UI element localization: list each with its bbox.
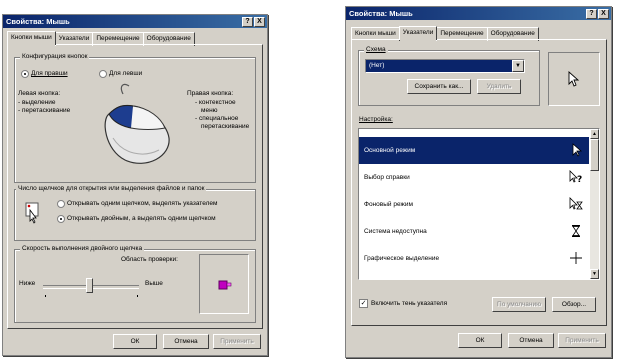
list-item-label: Фоновый режим [364, 201, 413, 208]
right-handed-radio[interactable] [21, 70, 29, 78]
scroll-up-icon[interactable]: ▲ [590, 129, 599, 139]
right-button-line: перетаскивание [201, 123, 250, 130]
window-title: Свойства: Мышь [6, 17, 70, 26]
working-background-icon [569, 197, 583, 210]
ok-button[interactable]: ОК [113, 334, 157, 349]
use-default-button[interactable]: По умолчанию [492, 297, 546, 312]
pointer-shadow-checkbox[interactable]: ✓ [359, 299, 368, 308]
group-title: Скорость выполнения двойного щелчка [20, 245, 145, 252]
slider-low-label: Ниже [19, 280, 36, 287]
list-item[interactable]: Основной режим [359, 137, 589, 164]
chevron-down-icon[interactable]: ▼ [512, 60, 524, 72]
group-title: Схема [364, 46, 388, 53]
left-handed-radio[interactable] [99, 70, 107, 78]
group-title: Конфигурация кнопок [20, 53, 90, 60]
title-bar: Свойства: Мышь ? X [346, 7, 611, 20]
ok-button[interactable]: ОК [458, 333, 502, 348]
settings-label: Настройка: [359, 116, 393, 123]
left-handed-label[interactable]: Для левши [109, 70, 142, 77]
scheme-value: (Нет) [366, 60, 512, 72]
delete-button[interactable]: Удалить [477, 79, 521, 94]
tab-pointers[interactable]: Указатели [398, 26, 438, 40]
pointer-preview [548, 52, 600, 106]
crosshair-icon [570, 252, 582, 264]
browse-button[interactable]: Обзор... [552, 297, 596, 312]
arrow-pointer-icon [572, 143, 583, 157]
mouse-properties-window-right: Свойства: Мышь ? X Кнопки мыши Указатели… [345, 6, 612, 358]
speed-slider-thumb[interactable] [86, 278, 93, 293]
left-button-title: Левая кнопка: [18, 90, 61, 97]
group-title: Число щелчков для открытия или выделения… [16, 185, 207, 192]
double-click-radio[interactable] [57, 215, 65, 223]
button-config-group: Конфигурация кнопок Для правши Для левши… [14, 53, 256, 183]
tab-panel: Конфигурация кнопок Для правши Для левши… [7, 44, 263, 329]
slider-tick [45, 295, 46, 297]
arrow-pointer-icon [568, 71, 580, 87]
slider-tick [137, 295, 138, 297]
right-handed-label[interactable]: Для правши [31, 70, 68, 77]
cancel-button[interactable]: Отмена [163, 334, 209, 349]
help-button[interactable]: ? [586, 9, 597, 19]
list-item-label: Основной режим [364, 147, 416, 154]
pointer-shadow-label[interactable]: Включить тень указателя [371, 300, 447, 307]
cancel-button[interactable]: Отмена [508, 333, 554, 348]
folder-click-icon [25, 202, 39, 224]
close-button[interactable]: X [598, 9, 609, 19]
title-bar: Свойства: Мышь ? X [3, 15, 267, 28]
close-button[interactable]: X [254, 17, 265, 27]
test-area-label: Область проверки: [121, 256, 178, 263]
apply-button[interactable]: Применить [558, 333, 606, 348]
list-item[interactable]: Система недоступна [359, 218, 589, 245]
double-click-label[interactable]: Открывать двойным, а выделять одним щелч… [67, 215, 216, 222]
hourglass-icon [572, 225, 580, 237]
scheme-dropdown[interactable]: (Нет) ▼ [365, 59, 525, 73]
apply-button[interactable]: Применить [213, 334, 261, 349]
pointer-list[interactable]: Основной режим Выбор справки ? Фоновый р… [358, 128, 600, 280]
scroll-down-icon[interactable]: ▼ [590, 269, 599, 279]
scheme-group: Схема (Нет) ▼ Сохранить как... Удалить [358, 46, 540, 106]
help-select-icon: ? [569, 170, 582, 184]
tab-panel: Схема (Нет) ▼ Сохранить как... Удалить Н… [351, 39, 607, 326]
single-click-radio[interactable] [57, 200, 65, 208]
single-click-label[interactable]: Открывать одним щелчком, выделять указат… [67, 200, 217, 207]
svg-text:?: ? [577, 175, 582, 184]
list-item-label: Графическое выделение [364, 255, 440, 262]
save-as-button[interactable]: Сохранить как... [407, 79, 471, 94]
right-button-line: меню [201, 107, 218, 114]
help-button[interactable]: ? [242, 17, 253, 27]
slider-high-label: Выше [145, 280, 163, 287]
mouse-illustration-icon [104, 83, 170, 164]
list-item[interactable]: Фоновый режим [359, 191, 589, 218]
test-area-box[interactable] [199, 254, 249, 314]
jack-in-box-icon [218, 280, 232, 290]
left-button-line: - перетаскивание [18, 107, 71, 114]
scroll-thumb[interactable] [590, 139, 599, 171]
tab-buttons[interactable]: Кнопки мыши [7, 31, 56, 45]
scrollbar[interactable]: ▲ ▼ [590, 129, 599, 279]
right-button-line: - специальное [195, 115, 239, 122]
right-button-title: Правая кнопка: [187, 90, 234, 97]
mouse-properties-window-left: Свойства: Мышь ? X Кнопки мыши Указатели… [2, 14, 268, 356]
double-click-speed-group: Скорость выполнения двойного щелчка Обла… [14, 245, 256, 323]
clicks-group: Число щелчков для открытия или выделения… [14, 185, 256, 241]
list-item[interactable]: Графическое выделение [359, 245, 589, 272]
left-button-line: - выделение [18, 99, 56, 106]
list-item[interactable]: Выбор справки ? [359, 164, 589, 191]
list-item-label: Система недоступна [364, 228, 427, 235]
list-item-label: Выбор справки [364, 174, 410, 181]
window-title: Свойства: Мышь [349, 9, 413, 18]
right-button-line: - контекстное [195, 99, 236, 106]
